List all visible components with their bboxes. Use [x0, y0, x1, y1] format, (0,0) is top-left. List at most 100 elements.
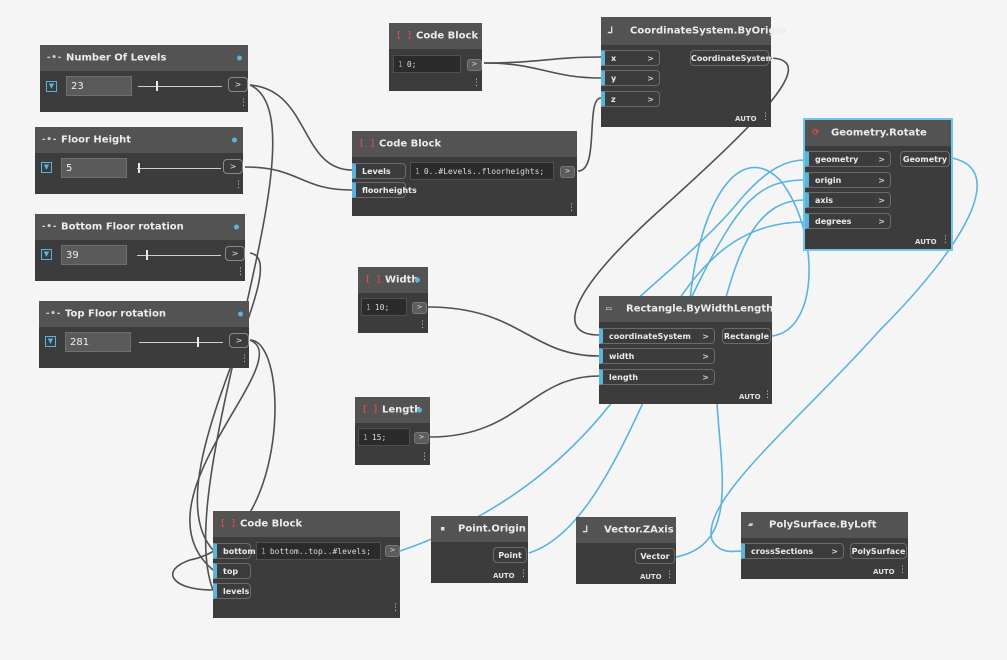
node-title: Width [385, 274, 419, 286]
node-menu-icon[interactable]: ⋮ [763, 391, 772, 400]
node-header[interactable]: ⅃ Vector.ZAxis [576, 517, 676, 543]
input-port-levels[interactable]: Levels [352, 163, 406, 179]
input-port-origin[interactable]: origin > [805, 172, 891, 188]
node-header[interactable]: [ ] Code Block [352, 131, 577, 157]
node-header[interactable]: -•- Bottom Floor rotation [35, 214, 245, 240]
node-header[interactable]: -•- Number Of Levels [40, 45, 248, 71]
code-block-node-levels[interactable]: [ ] Code Block Levels floorheights 1 0..#… [352, 131, 577, 216]
input-port-bottom[interactable]: bottom [213, 543, 256, 559]
output-port[interactable]: > [467, 59, 482, 71]
output-port[interactable]: > [412, 302, 427, 314]
node-header[interactable]: ▰ PolySurface.ByLoft [741, 512, 908, 538]
slider-thumb[interactable] [156, 81, 158, 91]
slider-track[interactable] [137, 168, 221, 169]
input-port-levels[interactable]: levels [213, 583, 251, 599]
output-port-vector[interactable]: Vector [635, 548, 675, 564]
input-port-cross-sections[interactable]: crossSections > [741, 543, 844, 559]
node-header[interactable]: [ ] Code Block [389, 23, 482, 49]
input-port-axis[interactable]: axis > [805, 192, 891, 208]
node-menu-icon[interactable]: ⋮ [391, 604, 400, 613]
code-editor[interactable]: 1 0..#Levels..floorheights; [410, 162, 554, 180]
slider-node-floor-height[interactable]: -•- Floor Height ▼ 5 > ⋮ [35, 127, 243, 194]
slider-track[interactable] [137, 255, 221, 256]
node-menu-icon[interactable]: ⋮ [239, 99, 248, 108]
code-editor[interactable]: 1 bottom..top..#levels; [256, 542, 381, 560]
slider-value-input[interactable]: 23 [66, 76, 132, 96]
preview-dot-icon [417, 407, 422, 413]
output-port-coordinate-system[interactable]: CoordinateSystem [690, 50, 774, 66]
node-menu-icon[interactable]: ⋮ [665, 571, 674, 580]
node-header[interactable]: [ ] Length [355, 397, 430, 423]
output-port[interactable]: > [225, 246, 245, 261]
expand-icon[interactable]: ▼ [41, 162, 52, 173]
expand-icon[interactable]: ▼ [45, 336, 56, 347]
node-menu-icon[interactable]: ⋮ [761, 113, 770, 122]
node-header[interactable]: [ ] Code Block [213, 511, 400, 537]
slider-node-bottom-floor-rotation[interactable]: -•- Bottom Floor rotation ▼ 39 > ⋮ [35, 214, 245, 281]
output-port[interactable]: > [560, 166, 575, 178]
node-menu-icon[interactable]: ⋮ [519, 570, 528, 579]
output-port[interactable]: > [228, 77, 248, 92]
node-header[interactable]: -•- Top Floor rotation [39, 301, 249, 327]
output-port[interactable]: > [229, 333, 249, 348]
slider-value-input[interactable]: 39 [61, 245, 127, 265]
node-menu-icon[interactable]: ⋮ [567, 204, 576, 213]
code-block-node-bottom-top[interactable]: [ ] Code Block bottom top levels 1 bottom… [213, 511, 400, 618]
node-menu-icon[interactable]: ⋮ [941, 236, 950, 245]
slider-value-input[interactable]: 281 [65, 332, 131, 352]
node-header[interactable]: ▭ Rectangle.ByWidthLength [599, 296, 773, 322]
node-title: Code Block [416, 30, 479, 42]
expand-icon[interactable]: ▼ [46, 81, 57, 92]
node-header[interactable]: ⟳ Geometry.Rotate [805, 120, 951, 146]
node-header[interactable]: ▪ Point.Origin [431, 516, 528, 542]
node-menu-icon[interactable]: ⋮ [898, 566, 907, 575]
node-menu-icon[interactable]: ⋮ [240, 355, 249, 364]
code-editor[interactable]: 1 10; [361, 298, 407, 316]
output-port-rectangle[interactable]: Rectangle [722, 328, 771, 344]
input-port-coordinate-system[interactable]: coordinateSystem > [599, 328, 715, 344]
node-menu-icon[interactable]: ⋮ [234, 181, 243, 190]
output-port[interactable]: > [385, 545, 400, 557]
input-port-y[interactable]: y > [601, 70, 660, 86]
rectangle-by-width-length-node[interactable]: ▭ Rectangle.ByWidthLength coordinateSyst… [599, 296, 773, 404]
output-port-geometry[interactable]: Geometry [900, 151, 950, 167]
input-port-floorheights[interactable]: floorheights [352, 182, 417, 198]
node-header[interactable]: ⅃ CoordinateSystem.ByOrigin [601, 17, 786, 45]
node-menu-icon[interactable]: ⋮ [236, 268, 245, 277]
vector-zaxis-node[interactable]: ⅃ Vector.ZAxis Vector AUTO ⋮ [576, 517, 676, 584]
slider-node-number-of-levels[interactable]: -•- Number Of Levels ▼ 23 > ⋮ [40, 45, 248, 112]
input-port-x[interactable]: x > [601, 50, 660, 66]
output-port[interactable]: > [223, 159, 243, 174]
input-port-degrees[interactable]: degrees > [805, 213, 891, 229]
slider-track[interactable] [138, 86, 222, 87]
code-block-node-length[interactable]: [ ] Length 1 15; > ⋮ [355, 397, 430, 465]
input-port-z[interactable]: z > [601, 91, 660, 107]
slider-thumb[interactable] [138, 163, 140, 173]
node-menu-icon[interactable]: ⋮ [418, 321, 427, 330]
coordinate-system-by-origin-node[interactable]: ⅃ CoordinateSystem.ByOrigin x > y > z > Coo… [601, 17, 786, 127]
input-port-geometry[interactable]: geometry > [805, 151, 891, 167]
code-block-node-width[interactable]: [ ] Width 1 10; > ⋮ [358, 267, 428, 333]
output-port[interactable]: > [414, 432, 429, 444]
geometry-rotate-node[interactable]: ⟳ Geometry.Rotate geometry > origin > axis… [803, 118, 953, 251]
input-port-top[interactable]: top [213, 563, 251, 579]
output-port-polysurface[interactable]: PolySurface [850, 543, 907, 559]
slider-thumb[interactable] [197, 337, 199, 347]
node-menu-icon[interactable]: ⋮ [420, 453, 429, 462]
slider-track[interactable] [139, 342, 223, 343]
input-port-width[interactable]: width > [599, 348, 715, 364]
code-editor[interactable]: 1 15; [358, 428, 410, 446]
slider-value-input[interactable]: 5 [61, 158, 127, 178]
point-origin-node[interactable]: ▪ Point.Origin Point AUTO ⋮ [431, 516, 528, 583]
expand-icon[interactable]: ▼ [41, 249, 52, 260]
code-block-node-zero[interactable]: [ ] Code Block 1 0; > ⋮ [389, 23, 482, 91]
slider-thumb[interactable] [146, 250, 148, 260]
code-editor[interactable]: 1 0; [393, 55, 461, 73]
node-header[interactable]: [ ] Width [358, 267, 428, 293]
output-port-point[interactable]: Point [493, 547, 527, 563]
input-port-length[interactable]: length > [599, 369, 715, 385]
node-menu-icon[interactable]: ⋮ [472, 79, 481, 88]
node-header[interactable]: -•- Floor Height [35, 127, 243, 153]
slider-node-top-floor-rotation[interactable]: -•- Top Floor rotation ▼ 281 > ⋮ [39, 301, 249, 368]
polysurface-by-loft-node[interactable]: ▰ PolySurface.ByLoft crossSections > Poly… [741, 512, 908, 579]
